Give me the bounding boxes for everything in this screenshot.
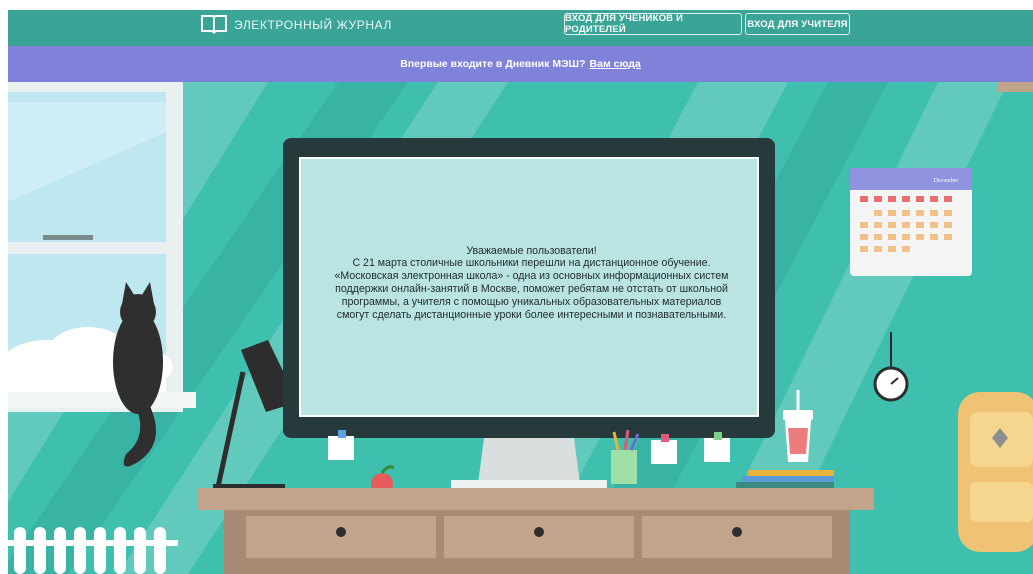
open-book-icon xyxy=(201,15,227,34)
backpack xyxy=(958,392,1033,552)
banner-link[interactable]: Вам сюда xyxy=(590,58,641,70)
pencil-cup xyxy=(611,429,640,484)
announcement-line: поддержки онлайн-занятий в Москве, помож… xyxy=(335,283,728,295)
login-students-parents-button[interactable]: ВХОД ДЛЯ УЧЕНИКОВ И РОДИТЕЛЕЙ xyxy=(564,13,742,35)
monitor-announcement: Уважаемые пользователи! С 21 марта столи… xyxy=(304,153,759,413)
announcement-line: программы, а учителя с помощью уникальны… xyxy=(341,295,722,308)
announcement-line: смогут сделать дистанционные уроки более… xyxy=(336,308,727,321)
calendar: December xyxy=(850,168,972,276)
page-frame: December Уважаемые пользователи! С 21 ма… xyxy=(8,10,1033,574)
announcement-line: Уважаемые пользователи! xyxy=(466,244,597,257)
announcement-line: С 21 марта столичные школьники перешли н… xyxy=(352,257,711,270)
banner-text: Впервые входите в Дневник МЭШ? xyxy=(400,58,586,70)
book-stack xyxy=(736,470,834,488)
desk xyxy=(198,488,874,574)
site-title: ЭЛЕКТРОННЫЙ ЖУРНАЛ xyxy=(234,18,392,32)
info-banner: Впервые входите в Дневник МЭШ? Вам сюда xyxy=(8,46,1033,82)
top-navbar: ЭЛЕКТРОННЫЙ ЖУРНАЛ ВХОД ДЛЯ УЧЕНИКОВ И Р… xyxy=(8,10,1033,46)
announcement-line: «Московская электронная школа» - одна из… xyxy=(334,270,729,283)
calendar-month: December xyxy=(934,178,959,184)
login-teacher-button[interactable]: ВХОД ДЛЯ УЧИТЕЛЯ xyxy=(745,13,850,35)
window xyxy=(8,82,196,412)
